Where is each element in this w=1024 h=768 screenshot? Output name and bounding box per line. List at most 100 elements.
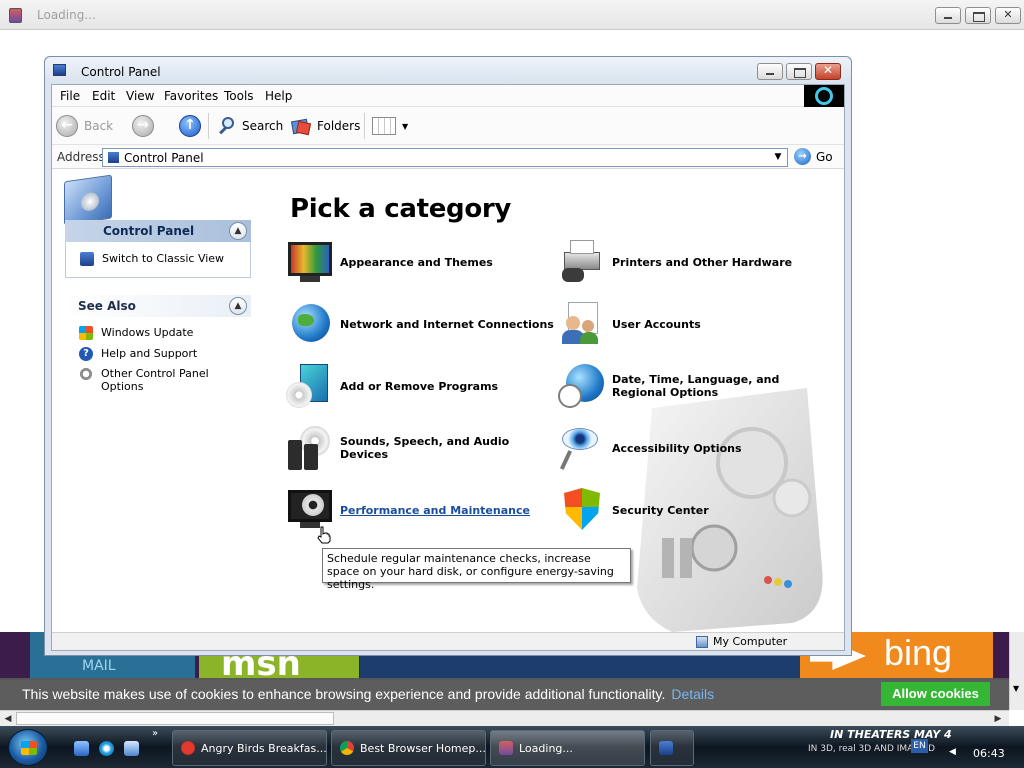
toolbar-separator [208, 113, 209, 139]
hand-cursor-icon [317, 526, 331, 544]
menu-view[interactable]: View [126, 89, 154, 103]
cp-maximize-button[interactable] [786, 63, 812, 80]
menu-file[interactable]: File [60, 89, 80, 103]
windows-update-label: Windows Update [101, 326, 194, 339]
switch-windows-icon[interactable] [124, 741, 139, 756]
forward-button[interactable]: → [132, 115, 154, 137]
scroll-right-arrow-icon[interactable]: ▶ [991, 712, 1005, 726]
cookie-banner: This website makes use of cookies to enh… [0, 678, 1009, 710]
menu-edit[interactable]: Edit [92, 89, 115, 103]
address-control-panel-icon [108, 152, 119, 163]
category-label: Network and Internet Connections [340, 317, 554, 331]
category-printers-hardware[interactable]: Printers and Other Hardware [558, 238, 792, 286]
allow-cookies-button[interactable]: Allow cookies [881, 682, 990, 706]
outer-minimize-button[interactable] [935, 7, 961, 24]
quicklaunch-overflow-icon[interactable]: » [152, 728, 158, 739]
outer-maximize-button[interactable] [965, 7, 991, 24]
page-vertical-scrollbar[interactable]: ▼ [1009, 632, 1024, 710]
outer-close-button[interactable]: ✕ [995, 7, 1021, 24]
menu-tools[interactable]: Tools [224, 89, 254, 103]
shield-icon [558, 486, 606, 534]
throbber-ring-icon [815, 87, 833, 105]
category-tooltip: Schedule regular maintenance checks, inc… [322, 548, 631, 591]
task-loading[interactable]: Loading... [490, 730, 645, 766]
search-button[interactable]: Search [217, 115, 283, 137]
category-label: Security Center [612, 503, 709, 517]
category-label: Date, Time, Language, and Regional Optio… [612, 373, 780, 399]
mail-tile-label: MAIL [82, 658, 116, 674]
control-panel-header[interactable]: Control Panel ▲ [65, 220, 251, 242]
menu-help[interactable]: Help [265, 89, 292, 103]
category-user-accounts[interactable]: User Accounts [558, 300, 701, 348]
windows-update-link[interactable]: Windows Update [79, 326, 193, 340]
switch-classic-view-label: Switch to Classic View [102, 252, 225, 265]
menu-favorites[interactable]: Favorites [164, 89, 218, 103]
address-label: Address [57, 150, 105, 164]
show-desktop-icon[interactable] [74, 741, 89, 756]
category-security-center[interactable]: Security Center [558, 486, 709, 534]
other-options-link[interactable]: Other Control Panel Options [79, 367, 219, 393]
cp-minimize-button[interactable] [757, 63, 783, 80]
category-date-time-language[interactable]: Date, Time, Language, and Regional Optio… [558, 362, 832, 410]
users-icon [558, 300, 606, 348]
monitor-theme-icon [286, 238, 334, 286]
ie-quicklaunch-icon[interactable] [99, 741, 114, 756]
category-network-internet[interactable]: Network and Internet Connections [286, 300, 554, 348]
address-field[interactable]: Control Panel ▼ [102, 148, 788, 167]
task-label: Angry Birds Breakfas... [201, 741, 327, 755]
search-label: Search [242, 119, 284, 133]
address-bar: Address Control Panel ▼ → Go [52, 145, 844, 169]
angry-birds-icon [181, 741, 195, 755]
help-support-link[interactable]: ? Help and Support [79, 347, 197, 361]
cp-titlebar[interactable]: Control Panel ✕ [45, 57, 851, 84]
views-button[interactable]: ▼ [372, 115, 408, 137]
cp-close-button[interactable]: ✕ [815, 63, 841, 80]
horizontal-scroll-thumb[interactable] [16, 712, 334, 725]
collapse-chevron-icon[interactable]: ▲ [229, 222, 247, 240]
back-label: Back [84, 119, 114, 133]
chrome-icon [340, 741, 354, 755]
task-best-browser[interactable]: Best Browser Homep... [331, 730, 486, 766]
my-computer-icon [696, 635, 708, 648]
up-button[interactable]: ↑ [179, 115, 201, 137]
folders-button[interactable]: Folders [290, 115, 360, 137]
see-also-chevron-icon[interactable]: ▲ [229, 297, 247, 315]
language-indicator[interactable]: EN [911, 739, 928, 753]
status-zone: My Computer [696, 635, 787, 648]
tray-arrow-icon[interactable]: ◀ [949, 747, 956, 757]
category-appearance-themes[interactable]: Appearance and Themes [286, 238, 493, 286]
up-arrow-icon: ↑ [179, 115, 201, 137]
category-accessibility[interactable]: Accessibility Options [558, 424, 742, 472]
globe-clock-icon [558, 362, 606, 410]
control-panel-task-icon [659, 741, 673, 755]
go-button[interactable]: → Go [794, 148, 833, 165]
search-icon [217, 116, 237, 136]
task-angry-birds[interactable]: Angry Birds Breakfas... [172, 730, 327, 766]
bing-tile-label: bing [884, 632, 953, 673]
start-button[interactable] [8, 729, 48, 766]
see-also-header[interactable]: See Also ▲ [65, 295, 251, 317]
throbber-logo [804, 85, 844, 107]
taskbar-clock[interactable]: 06:43 [973, 747, 1005, 760]
scroll-left-arrow-icon[interactable]: ◀ [1, 712, 15, 726]
page-horizontal-scrollbar[interactable]: ◀ ▶ [0, 710, 1009, 726]
cookie-details-link[interactable]: Details [671, 686, 714, 702]
scroll-down-arrow-icon[interactable]: ▼ [1013, 684, 1019, 693]
task-control-panel[interactable] [650, 730, 694, 766]
address-dropdown-icon[interactable]: ▼ [771, 149, 785, 166]
see-also-label: See Also [78, 299, 136, 313]
switch-classic-view-link[interactable]: Switch to Classic View [80, 252, 224, 266]
category-sounds-speech-audio[interactable]: Sounds, Speech, and Audio Devices [286, 424, 560, 472]
category-add-remove-programs[interactable]: Add or Remove Programs [286, 362, 498, 410]
page-title: Pick a category [290, 194, 512, 224]
go-label: Go [816, 149, 833, 164]
control-panel-header-label: Control Panel [103, 224, 195, 238]
content-area: Control Panel ▲ Switch to Classic View S… [52, 170, 844, 632]
toolbar: ← Back → ↑ Search Folders ▼ [52, 107, 844, 145]
category-label: Printers and Other Hardware [612, 255, 793, 269]
loading-app-icon [499, 741, 513, 755]
app-icon [9, 8, 22, 23]
control-panel-window: Control Panel ✕ File Edit View Favorites… [44, 56, 852, 656]
back-button[interactable]: ← Back [56, 115, 113, 137]
globe-network-icon [286, 300, 334, 348]
